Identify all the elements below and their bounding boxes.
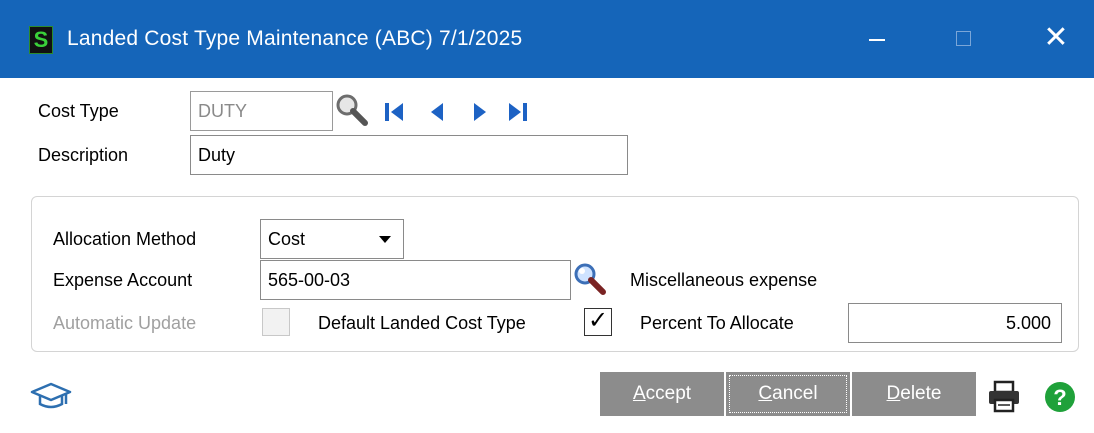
cancel-button[interactable]: Cancel [726,372,850,416]
allocation-method-label: Allocation Method [53,229,197,249]
maximize-icon [956,31,971,46]
automatic-update-checkbox[interactable] [262,308,290,336]
account-lookup-icon[interactable] [572,261,608,299]
percent-to-allocate-label: Percent To Allocate [640,313,794,333]
default-landed-cost-type-label: Default Landed Cost Type [318,313,526,333]
title-bar: S Landed Cost Type Maintenance (ABC) 7/1… [0,0,1094,78]
expense-account-field[interactable]: 565-00-03 [260,260,571,300]
previous-record-icon[interactable] [426,100,448,124]
printer-icon[interactable] [986,380,1022,414]
maximize-button[interactable] [942,20,982,58]
default-landed-cost-type-checkbox[interactable]: ✓ [584,307,612,336]
chevron-down-icon [379,236,391,243]
next-record-icon[interactable] [469,100,491,124]
first-record-icon[interactable] [383,100,407,124]
allocation-method-value: Cost [268,229,306,249]
checkmark-icon: ✓ [588,307,609,334]
minimize-icon [869,39,885,41]
close-button[interactable]: ✕ [1036,20,1076,58]
automatic-update-label: Automatic Update [53,313,197,333]
magnifier-icon[interactable] [334,92,370,130]
description-label: Description [38,145,129,165]
window-title: Landed Cost Type Maintenance (ABC) 7/1/2… [67,27,523,50]
description-field[interactable]: Duty [190,135,628,175]
percent-to-allocate-field[interactable]: 5.000 [848,303,1062,343]
accept-button[interactable]: Accept [600,372,724,416]
minimize-button[interactable] [856,20,896,58]
expense-account-label: Expense Account [53,270,193,290]
expense-account-description: Miscellaneous expense [630,270,818,290]
cost-type-label: Cost Type [38,101,119,121]
cost-type-field[interactable]: DUTY [190,91,333,131]
svg-text:?: ? [1053,385,1066,410]
delete-button[interactable]: Delete [852,372,976,416]
allocation-method-select[interactable]: Cost [260,219,404,259]
graduation-cap-icon[interactable] [30,382,72,412]
sage-app-icon[interactable]: S [29,26,53,54]
last-record-icon[interactable] [505,100,531,124]
help-icon[interactable]: ? [1043,380,1077,414]
close-icon: ✕ [1043,21,1069,54]
